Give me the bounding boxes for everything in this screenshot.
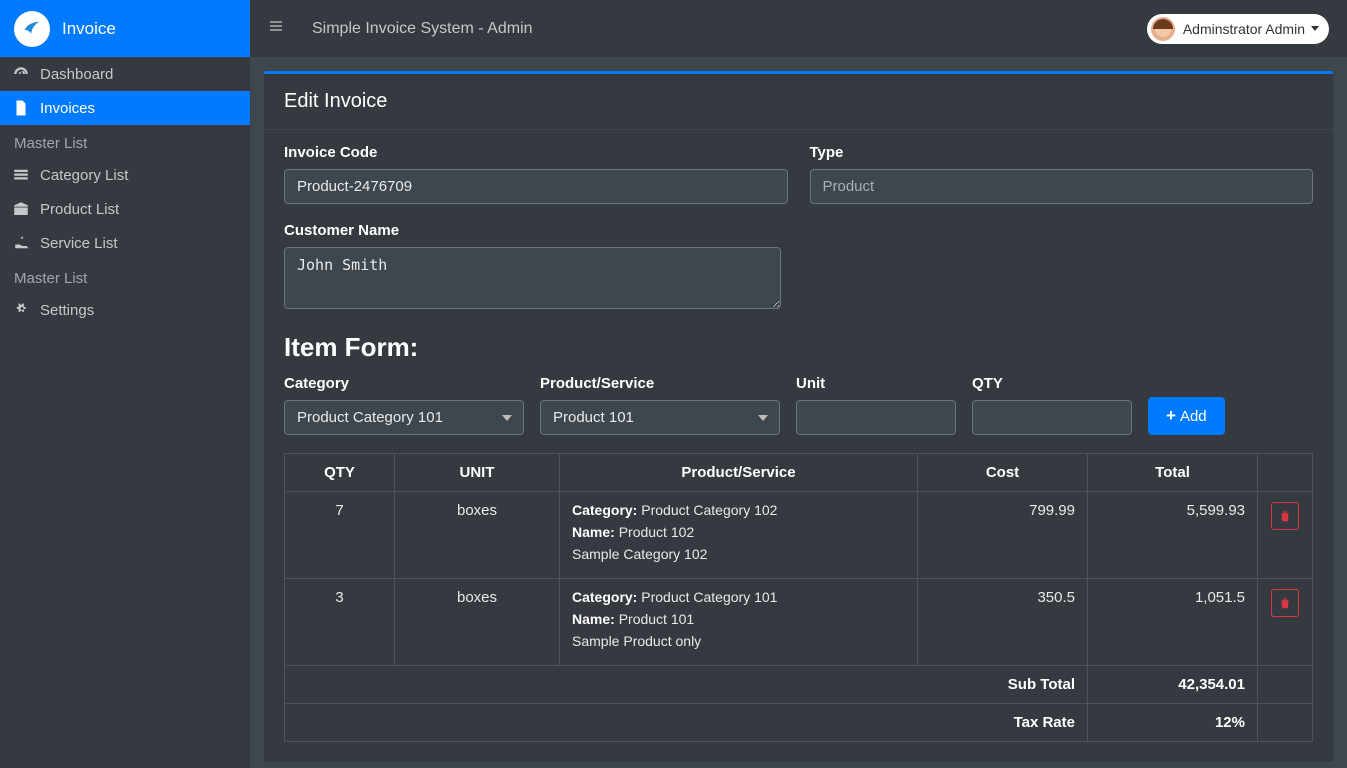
- taxrate-value: 12%: [1088, 704, 1258, 742]
- cell-cost: 799.99: [918, 492, 1088, 579]
- th-unit: UNIT: [395, 454, 560, 492]
- cell-product: Category: Product Category 102 Name: Pro…: [560, 492, 918, 579]
- sidebar-item-dashboard[interactable]: Dashboard: [0, 57, 250, 91]
- th-cost: Cost: [918, 454, 1088, 492]
- cell-product: Category: Product Category 101 Name: Pro…: [560, 579, 918, 666]
- trash-icon: [1278, 596, 1292, 610]
- dashboard-icon: [12, 65, 40, 83]
- delete-row-button[interactable]: [1271, 589, 1299, 617]
- invoice-code-input[interactable]: [284, 169, 788, 204]
- product-select[interactable]: Product 101: [540, 400, 780, 435]
- sidebar-item-product-list[interactable]: Product List: [0, 192, 250, 226]
- product-label: Product/Service: [540, 375, 780, 392]
- gears-icon: [12, 301, 40, 319]
- delete-row-button[interactable]: [1271, 502, 1299, 530]
- sidebar-section-master-list-1: Master List: [0, 125, 250, 158]
- cell-qty: 3: [285, 579, 395, 666]
- items-table: QTY UNIT Product/Service Cost Total 7 bo…: [284, 453, 1313, 742]
- chevron-down-icon: [1311, 26, 1319, 31]
- subtotal-value: 42,354.01: [1088, 666, 1258, 704]
- cell-qty: 7: [285, 492, 395, 579]
- user-menu[interactable]: Adminstrator Admin: [1147, 14, 1329, 44]
- qty-input[interactable]: [972, 400, 1132, 435]
- customer-name-input[interactable]: [284, 247, 781, 309]
- sidebar-item-label: Service List: [40, 235, 118, 252]
- brand-logo: [14, 11, 50, 47]
- trash-icon: [1278, 509, 1292, 523]
- sidebar-item-label: Settings: [40, 302, 94, 319]
- type-input[interactable]: [810, 169, 1314, 204]
- sidebar-section-master-list-2: Master List: [0, 260, 250, 293]
- table-row: 3 boxes Category: Product Category 101 N…: [285, 579, 1313, 666]
- main-content: Edit Invoice Invoice Code Type Customer …: [250, 57, 1347, 768]
- table-row: 7 boxes Category: Product Category 102 N…: [285, 492, 1313, 579]
- sidebar-item-service-list[interactable]: Service List: [0, 226, 250, 260]
- cell-cost: 350.5: [918, 579, 1088, 666]
- sidebar-item-invoices[interactable]: Invoices: [0, 91, 250, 125]
- avatar-icon: [1151, 17, 1175, 41]
- plus-icon: +: [1166, 406, 1176, 426]
- unit-input[interactable]: [796, 400, 956, 435]
- list-icon: [12, 166, 40, 184]
- user-name: Adminstrator Admin: [1183, 21, 1305, 37]
- type-label: Type: [810, 144, 1314, 161]
- subtotal-row: Sub Total 42,354.01: [285, 666, 1313, 704]
- sidebar-item-label: Product List: [40, 201, 119, 218]
- item-form-title: Item Form:: [284, 332, 1313, 363]
- taxrate-label: Tax Rate: [285, 704, 1088, 742]
- category-label: Category: [284, 375, 524, 392]
- customer-name-label: Customer Name: [284, 222, 781, 239]
- sidebar: Invoice Dashboard Invoices Master List C…: [0, 0, 250, 768]
- sidebar-item-category-list[interactable]: Category List: [0, 158, 250, 192]
- topbar: Simple Invoice System - Admin Adminstrat…: [250, 0, 1347, 57]
- unit-label: Unit: [796, 375, 956, 392]
- cell-total: 5,599.93: [1088, 492, 1258, 579]
- sidebar-item-label: Category List: [40, 167, 128, 184]
- brand[interactable]: Invoice: [0, 0, 250, 57]
- add-button[interactable]: + Add: [1148, 397, 1225, 435]
- card-title: Edit Invoice: [264, 74, 1333, 130]
- subtotal-label: Sub Total: [285, 666, 1088, 704]
- th-total: Total: [1088, 454, 1258, 492]
- cell-unit: boxes: [395, 492, 560, 579]
- th-product: Product/Service: [560, 454, 918, 492]
- sidebar-item-label: Invoices: [40, 100, 95, 117]
- box-icon: [12, 200, 40, 218]
- taxrate-row: Tax Rate 12%: [285, 704, 1313, 742]
- add-button-label: Add: [1180, 408, 1207, 425]
- sidebar-item-label: Dashboard: [40, 66, 113, 83]
- file-icon: [12, 99, 40, 117]
- topbar-title: Simple Invoice System - Admin: [312, 20, 533, 38]
- hand-holding-icon: [12, 234, 40, 252]
- sidebar-item-settings[interactable]: Settings: [0, 293, 250, 327]
- edit-invoice-card: Edit Invoice Invoice Code Type Customer …: [264, 71, 1333, 762]
- invoice-code-label: Invoice Code: [284, 144, 788, 161]
- th-qty: QTY: [285, 454, 395, 492]
- cell-total: 1,051.5: [1088, 579, 1258, 666]
- cell-unit: boxes: [395, 579, 560, 666]
- qty-label: QTY: [972, 375, 1132, 392]
- brand-title: Invoice: [62, 19, 116, 39]
- hamburger-icon[interactable]: [268, 18, 284, 39]
- category-select[interactable]: Product Category 101: [284, 400, 524, 435]
